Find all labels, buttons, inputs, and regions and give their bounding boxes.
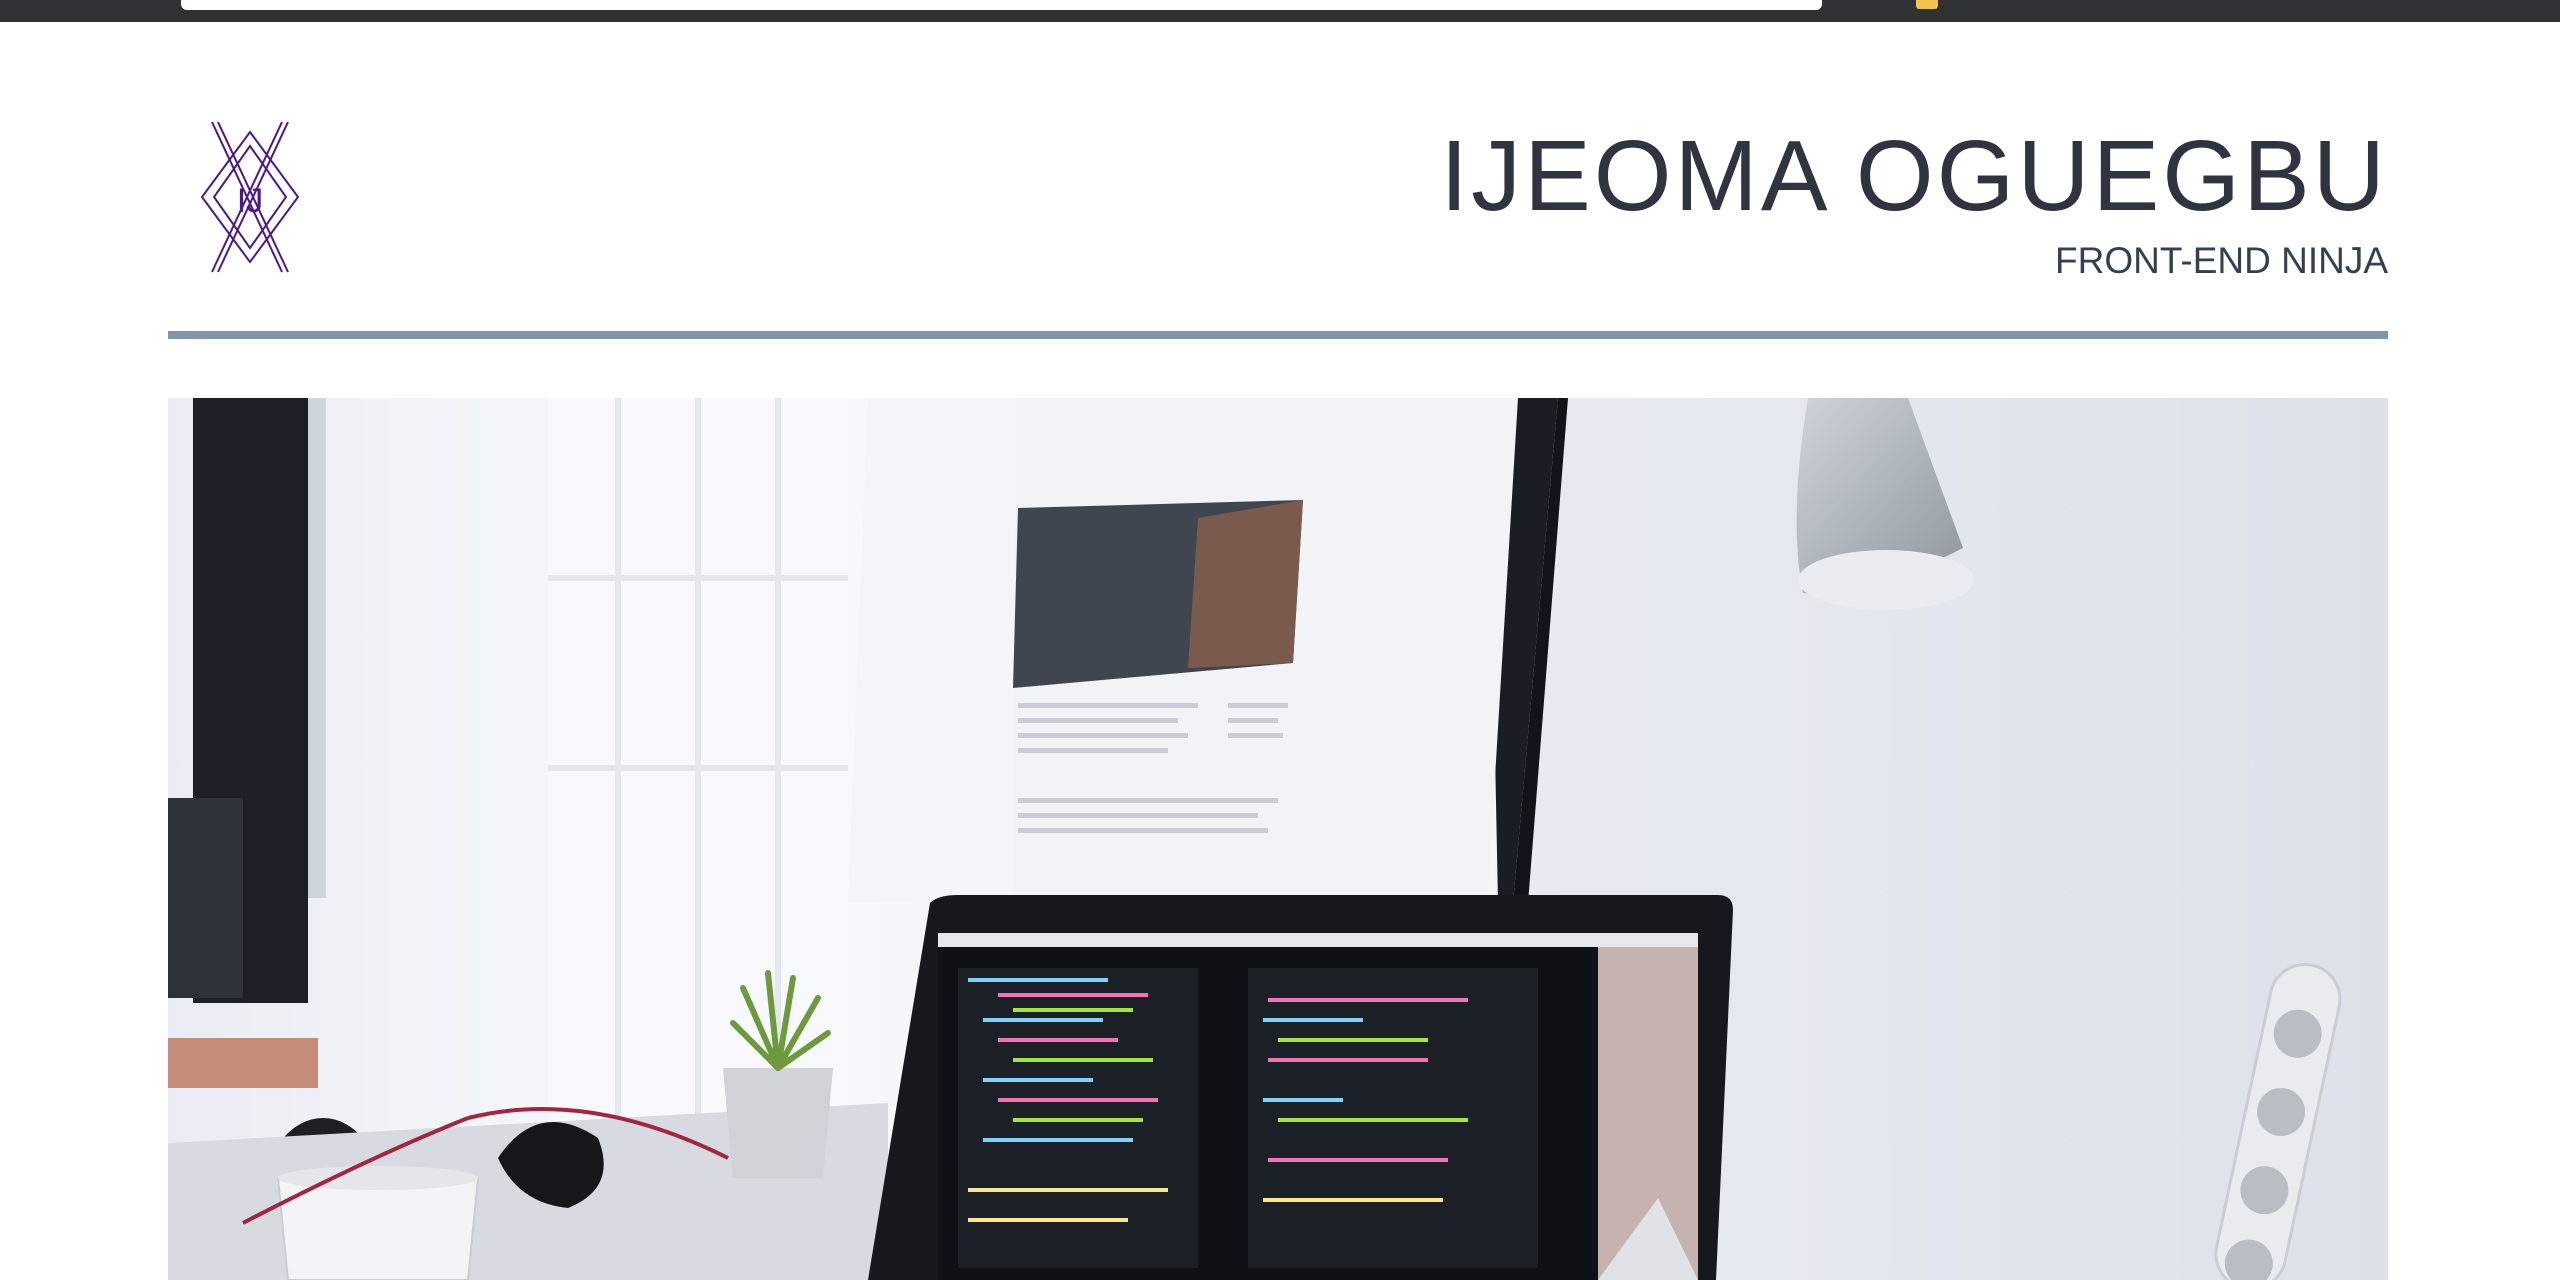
diamond-logo-icon: IJ: [200, 121, 300, 273]
site-logo[interactable]: IJ: [190, 118, 310, 276]
header-divider: [168, 331, 2388, 339]
workspace-photo: [168, 398, 2388, 1280]
logo-monogram: IJ: [237, 182, 263, 220]
browser-top-bar: [0, 0, 2560, 22]
address-bar[interactable]: [181, 0, 1822, 10]
site-title: IJEOMA OGUEGBU: [1440, 120, 2388, 232]
toolbar-tab[interactable]: [1916, 0, 1938, 9]
hero-image: [168, 398, 2388, 1280]
site-subtitle: FRONT-END NINJA: [2055, 240, 2388, 281]
